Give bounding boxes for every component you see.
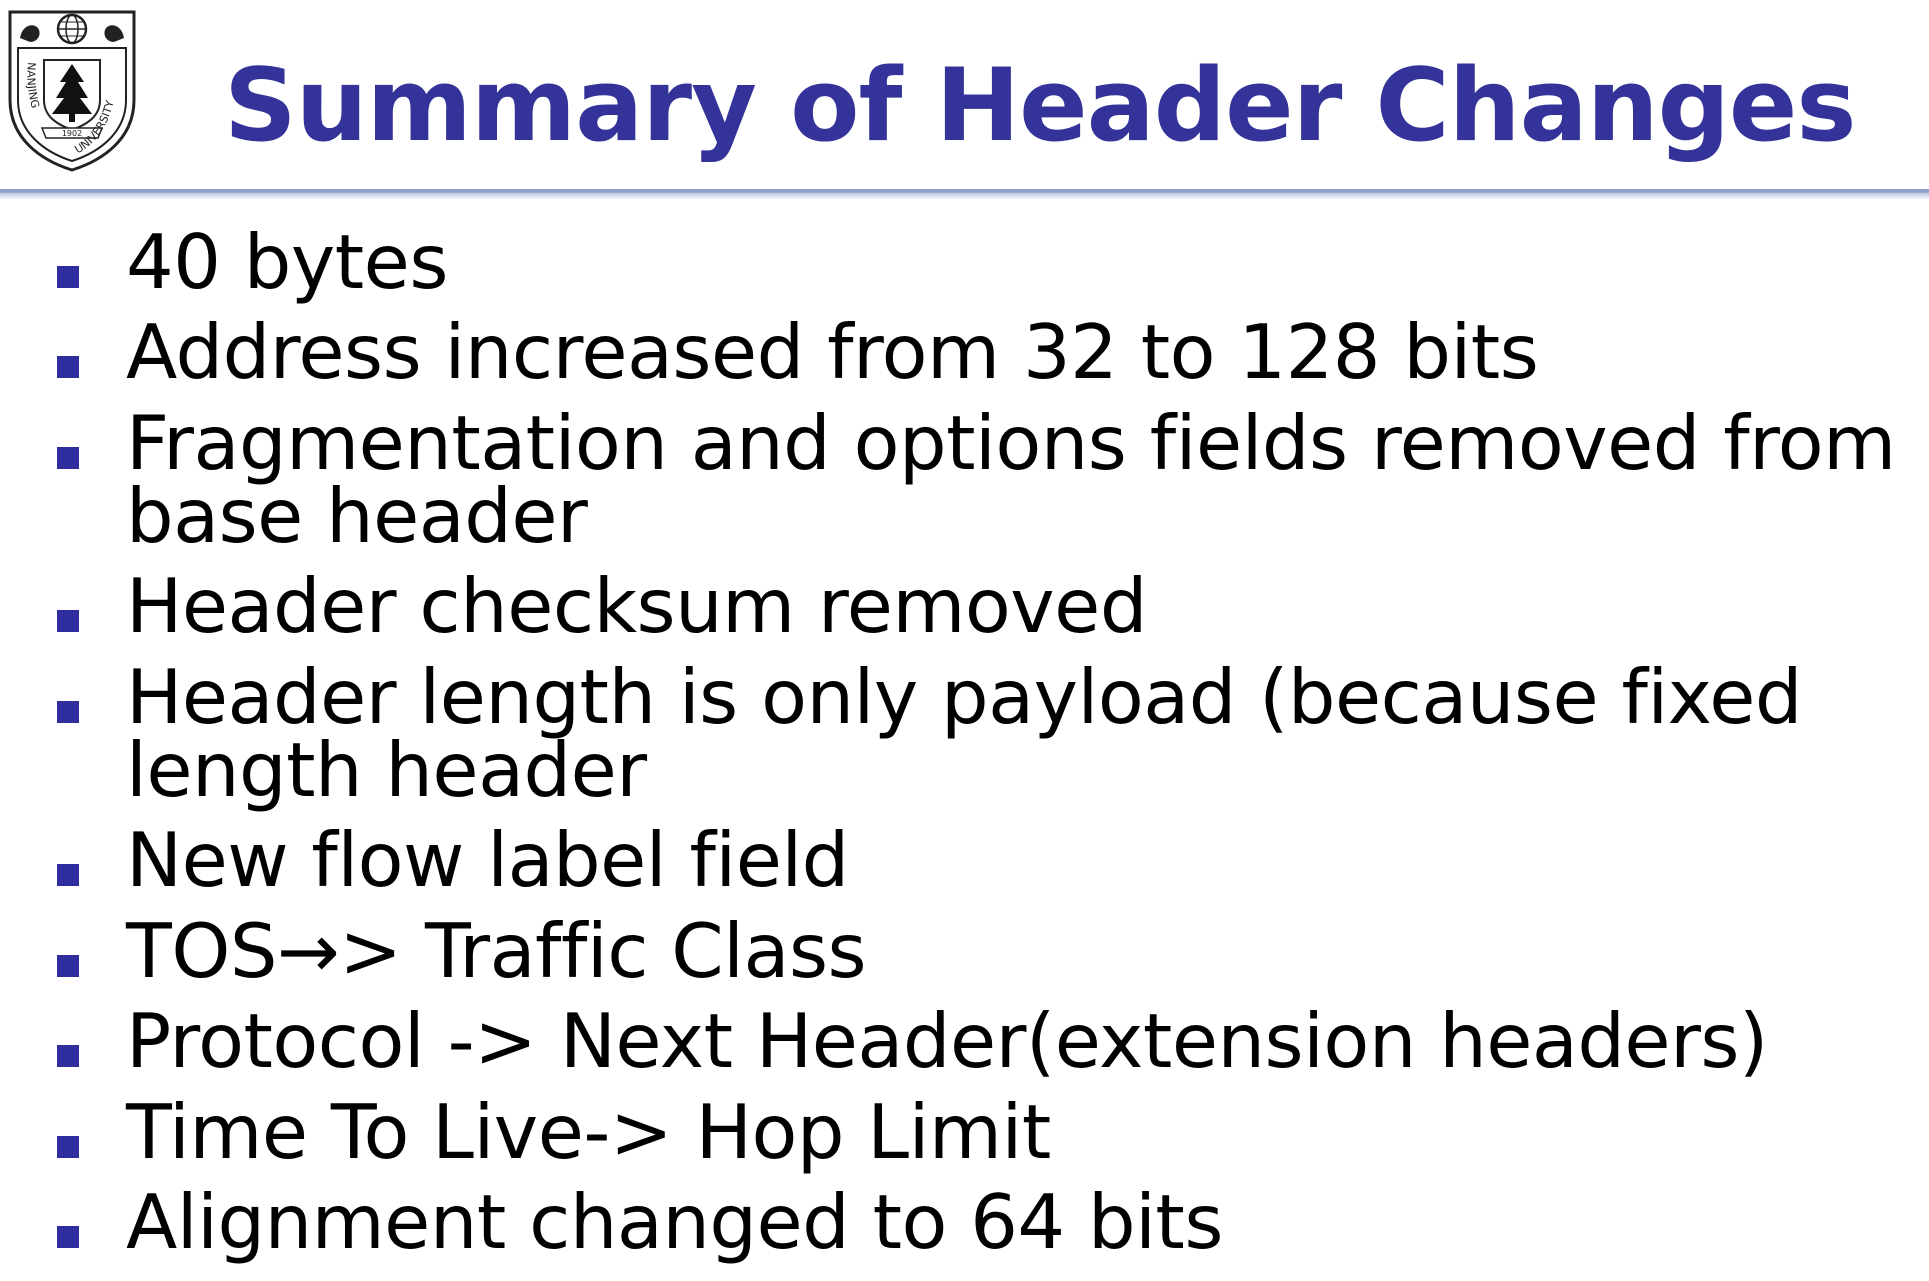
bullet-marker-icon: [57, 1045, 79, 1067]
bullet-marker-icon: [57, 447, 79, 469]
bullet-marker-icon: [57, 864, 79, 886]
bullet-text: 40 bytes: [126, 218, 448, 306]
bullet-marker-icon: [57, 701, 79, 723]
bullet-marker-icon: [57, 610, 79, 632]
bullet-text: Protocol -> Next Header(extension header…: [126, 997, 1768, 1085]
bullet-marker-icon: [57, 955, 79, 977]
bullet-text: New flow label field: [126, 816, 849, 904]
bullet-text: Alignment changed to 64 bits: [126, 1178, 1223, 1266]
svg-text:1902: 1902: [62, 129, 82, 138]
bullet-text: Header length is only payload (because f…: [126, 653, 1803, 814]
university-seal-icon: 1902 NANJING UNIVERSITY: [8, 10, 136, 172]
title-divider: [0, 189, 1929, 199]
bullet-text: Address increased from 32 to 128 bits: [126, 308, 1539, 396]
bullet-marker-icon: [57, 266, 79, 288]
bullet-text: TOS→> Traffic Class: [126, 907, 867, 995]
bullet-marker-icon: [57, 356, 79, 378]
bullet-text: Header checksum removed: [126, 562, 1147, 650]
bullet-marker-icon: [57, 1136, 79, 1158]
slide: 1902 NANJING UNIVERSITY Summary of Heade…: [0, 0, 1929, 1281]
slide-title: Summary of Header Changes: [224, 46, 1857, 164]
bullet-text: Fragmentation and options fields removed…: [126, 399, 1896, 560]
bullet-text: Time To Live-> Hop Limit: [126, 1088, 1051, 1176]
bullet-marker-icon: [57, 1226, 79, 1248]
